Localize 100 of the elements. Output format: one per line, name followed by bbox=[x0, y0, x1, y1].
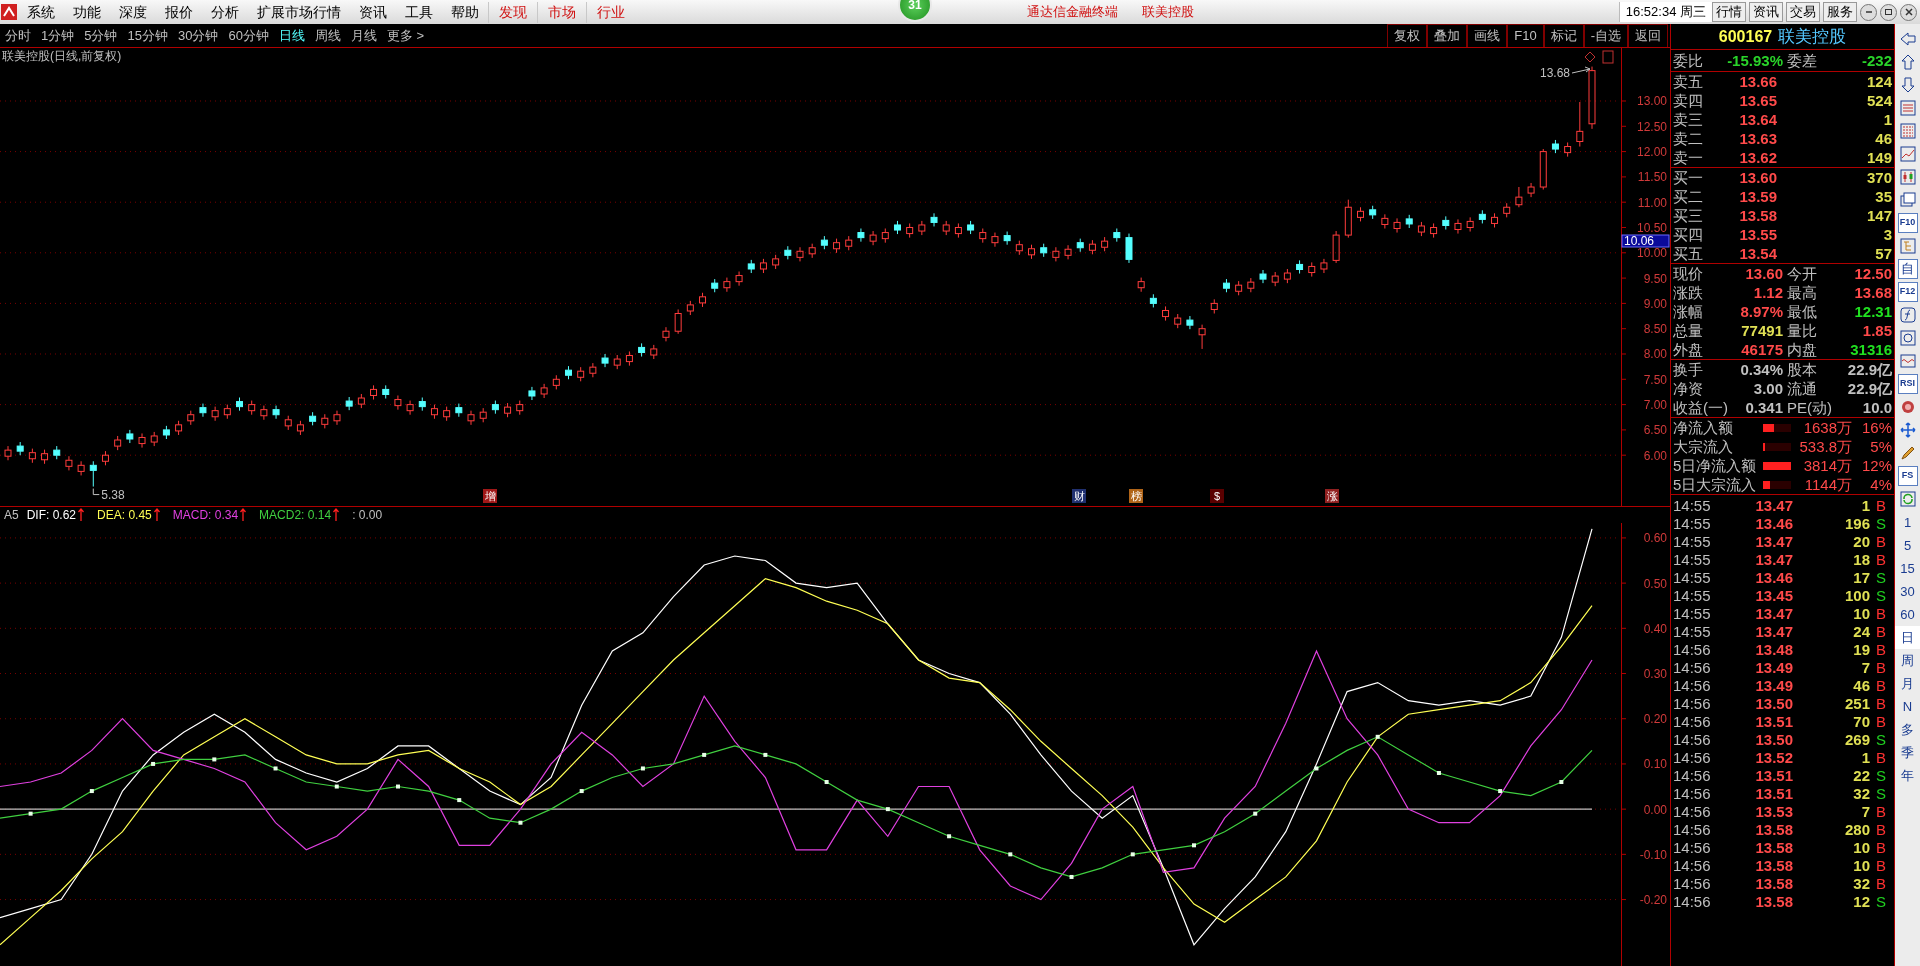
toolbar-button[interactable]: RSI bbox=[1897, 374, 1918, 394]
period-button[interactable]: 周 bbox=[1895, 649, 1920, 672]
period-tab[interactable]: 60分钟 bbox=[223, 25, 274, 46]
field-label: 最低 bbox=[1787, 302, 1817, 321]
diamond-icon bbox=[1584, 51, 1596, 63]
period-button[interactable]: N bbox=[1895, 695, 1920, 718]
period-tab[interactable]: 5分钟 bbox=[79, 25, 123, 46]
candle bbox=[1052, 246, 1060, 262]
windows-icon[interactable] bbox=[1898, 191, 1917, 209]
list-icon[interactable] bbox=[1898, 99, 1917, 117]
period-button[interactable]: 30 bbox=[1895, 580, 1920, 603]
candle bbox=[211, 406, 219, 422]
grid-icon[interactable] bbox=[1898, 122, 1917, 140]
period-tab[interactable]: 月线 bbox=[345, 25, 382, 46]
toolbar-button[interactable]: 服务 bbox=[1823, 2, 1857, 22]
candle bbox=[1417, 221, 1425, 237]
candle bbox=[845, 235, 853, 251]
formula-icon[interactable] bbox=[1898, 306, 1917, 324]
tick-volume: 280 bbox=[1843, 821, 1870, 839]
chart-tool-button[interactable]: 返回 bbox=[1628, 24, 1668, 47]
menu-item[interactable]: 帮助 bbox=[442, 1, 488, 23]
price-value: 13.66 bbox=[1738, 72, 1777, 91]
pencil-icon[interactable] bbox=[1898, 444, 1917, 462]
toolbar-button[interactable]: 行情 bbox=[1712, 2, 1746, 22]
minimize-button[interactable] bbox=[1860, 3, 1877, 21]
period-button[interactable]: 15 bbox=[1895, 557, 1920, 580]
field-value: 8.97% bbox=[1740, 302, 1783, 321]
trade-side: B bbox=[1875, 749, 1887, 767]
toolbar-button[interactable]: F12 bbox=[1897, 282, 1918, 302]
candle bbox=[16, 441, 24, 456]
toolbar-button[interactable]: 交易 bbox=[1786, 2, 1820, 22]
menu-item[interactable]: 报价 bbox=[156, 1, 202, 23]
period-button[interactable]: 多 bbox=[1895, 718, 1920, 741]
candle bbox=[1210, 298, 1218, 314]
period-tab[interactable]: 分时 bbox=[0, 25, 36, 46]
chart-tool-button[interactable]: 标记 bbox=[1543, 24, 1584, 47]
axis-label: -0.20 bbox=[1639, 893, 1667, 908]
period-button[interactable]: 日 bbox=[1895, 626, 1920, 649]
period-tab[interactable]: 30分钟 bbox=[172, 25, 224, 46]
field-label: 涨跌 bbox=[1673, 283, 1703, 302]
period-tab[interactable]: 15分钟 bbox=[122, 25, 173, 46]
event-marker: 榜 bbox=[1129, 489, 1143, 503]
period-button[interactable]: 季 bbox=[1895, 741, 1920, 764]
toolbar-button[interactable]: F10 bbox=[1897, 213, 1918, 233]
menu-item[interactable]: 发现 bbox=[488, 1, 537, 23]
tick-volume: 32 bbox=[1852, 785, 1870, 803]
refresh-icon[interactable] bbox=[1898, 490, 1917, 508]
axis-label: 6.50 bbox=[1643, 423, 1667, 438]
close-button[interactable] bbox=[1900, 3, 1917, 21]
wave-icon[interactable] bbox=[1898, 352, 1917, 370]
period-tab[interactable]: 1分钟 bbox=[36, 25, 80, 46]
candle bbox=[662, 326, 670, 342]
tick-volume: 1 bbox=[1860, 497, 1870, 515]
toolbar-button[interactable]: 资讯 bbox=[1749, 2, 1783, 22]
period-tab[interactable]: 日线 bbox=[273, 25, 310, 46]
toolbar-button[interactable]: 自 bbox=[1897, 259, 1918, 279]
left-arrow-icon[interactable] bbox=[1898, 30, 1917, 48]
chart-tool-button[interactable]: F10 bbox=[1507, 24, 1544, 47]
axis-label: 0.60 bbox=[1643, 531, 1667, 546]
menu-item[interactable]: 扩展市场行情 bbox=[248, 1, 350, 23]
period-button[interactable]: 月 bbox=[1895, 672, 1920, 695]
chart-tool-button[interactable]: 画线 bbox=[1467, 24, 1508, 47]
tick-price: 13.46 bbox=[1754, 515, 1793, 533]
period-tab[interactable]: 周线 bbox=[309, 25, 346, 46]
candle bbox=[711, 278, 719, 293]
candle bbox=[894, 220, 901, 235]
field-value: 10.0 bbox=[1862, 398, 1892, 417]
menu-item[interactable]: 工具 bbox=[396, 1, 442, 23]
flow-percent: 16% bbox=[1860, 418, 1892, 437]
menu-item[interactable]: 深度 bbox=[110, 1, 156, 23]
field-label: 外盘 bbox=[1673, 340, 1703, 359]
period-tab[interactable]: 更多 > bbox=[381, 25, 430, 46]
tree-icon[interactable] bbox=[1898, 237, 1917, 255]
tick-price: 13.50 bbox=[1754, 695, 1793, 713]
indicator-value: DEA: 0.45 bbox=[97, 507, 152, 524]
period-button[interactable]: 1 bbox=[1895, 511, 1920, 534]
menu-item[interactable]: 分析 bbox=[202, 1, 248, 23]
period-button[interactable]: 5 bbox=[1895, 534, 1920, 557]
menu-item[interactable]: 系统 bbox=[18, 1, 64, 23]
chart-tool-button[interactable]: 叠加 bbox=[1427, 24, 1468, 47]
move-icon[interactable] bbox=[1898, 421, 1917, 439]
menu-item[interactable]: 功能 bbox=[64, 1, 110, 23]
candle bbox=[1308, 261, 1316, 278]
trade-side: B bbox=[1875, 551, 1887, 569]
tick-time: 14:56 bbox=[1673, 785, 1712, 803]
toolbar-button[interactable]: FS bbox=[1897, 466, 1918, 486]
restore-button[interactable] bbox=[1880, 3, 1897, 21]
menu-item[interactable]: 资讯 bbox=[350, 1, 396, 23]
tick-time: 14:56 bbox=[1673, 659, 1712, 677]
menu-item[interactable]: 市场 bbox=[537, 1, 586, 23]
chart-tool-button[interactable]: 复权 bbox=[1387, 24, 1428, 47]
menu-item[interactable]: 行业 bbox=[586, 1, 635, 23]
candle bbox=[1222, 278, 1230, 293]
period-button[interactable]: 年 bbox=[1895, 764, 1920, 787]
line-chart-icon[interactable] bbox=[1898, 145, 1917, 163]
candlestick-icon[interactable] bbox=[1898, 168, 1917, 186]
chart-tool-button[interactable]: -自选 bbox=[1583, 24, 1628, 47]
period-button[interactable]: 60 bbox=[1895, 603, 1920, 626]
candle bbox=[4, 445, 12, 461]
tick-price: 13.47 bbox=[1754, 533, 1793, 551]
